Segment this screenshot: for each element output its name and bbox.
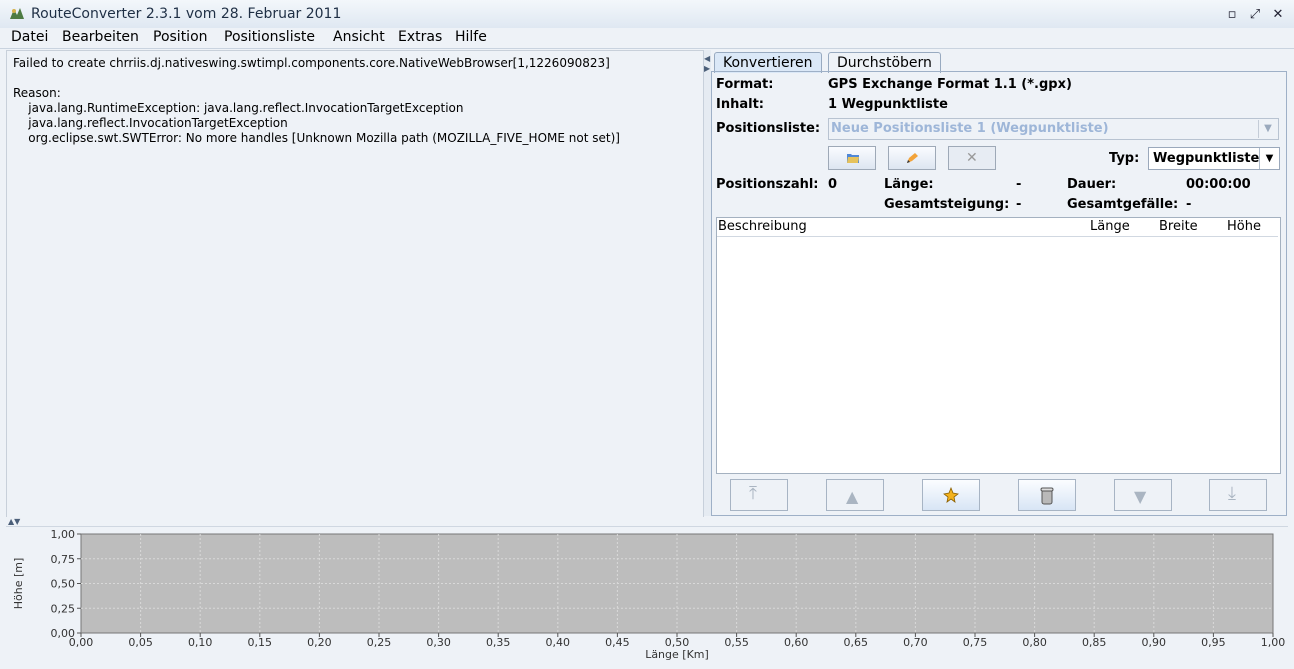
positionszahl-value: 0 <box>828 177 838 192</box>
close-icon[interactable]: ✕ <box>1270 7 1286 23</box>
x-axis-label: Länge [Km] <box>645 648 709 661</box>
folder-icon <box>847 154 859 163</box>
collapse-left-icon[interactable]: ◀ <box>704 54 710 63</box>
typ-select-value: Wegpunktliste <box>1153 151 1260 166</box>
column-breite[interactable]: Breite <box>1159 219 1198 234</box>
tab-konvertieren[interactable]: Konvertieren <box>714 52 822 73</box>
delete-button[interactable]: ✕ <box>948 146 996 170</box>
inhalt-label: Inhalt: <box>716 97 764 112</box>
x-tick-label: 0,45 <box>605 636 630 649</box>
error-line-4: org.eclipse.swt.SWTError: No more handle… <box>13 131 620 145</box>
x-tick-label: 0,25 <box>367 636 392 649</box>
collapse-right-icon[interactable]: ▶ <box>704 64 710 73</box>
edit-button[interactable] <box>888 146 936 170</box>
split-up-icon[interactable]: ▲▼ <box>8 517 20 526</box>
positionsliste-label: Positionsliste: <box>716 121 821 136</box>
x-tick-label: 0,30 <box>426 636 451 649</box>
y-axis-label: Höhe [m] <box>12 558 25 610</box>
y-tick-label: 1,00 <box>51 528 76 541</box>
gesamtsteigung-label: Gesamtsteigung: <box>884 197 1010 212</box>
route-converter-app-icon <box>10 8 24 19</box>
window-title: RouteConverter 2.3.1 vom 28. Februar 201… <box>31 6 342 22</box>
x-tick-label: 0,60 <box>784 636 809 649</box>
menu-ansicht[interactable]: Ansicht <box>333 29 385 45</box>
menu-extras[interactable]: Extras <box>398 29 442 45</box>
minimize-icon[interactable]: ▫ <box>1224 7 1240 23</box>
tab-durchstoebern[interactable]: Durchstöbern <box>828 52 941 73</box>
column-laenge[interactable]: Länge <box>1090 219 1130 234</box>
browser-error-panel: Failed to create chrriis.dj.nativeswing.… <box>6 50 704 518</box>
open-file-button[interactable] <box>828 146 876 170</box>
column-hoehe[interactable]: Höhe <box>1227 219 1261 234</box>
double-up-icon: ⤒ <box>749 483 757 504</box>
x-tick-label: 0,65 <box>844 636 869 649</box>
x-tick-label: 0,75 <box>963 636 988 649</box>
menu-hilfe[interactable]: Hilfe <box>455 29 487 45</box>
column-beschreibung[interactable]: Beschreibung <box>718 219 807 234</box>
positionsliste-select[interactable]: Neue Positionsliste 1 (Wegpunktliste) ▼ <box>828 118 1279 140</box>
x-tick-label: 0,05 <box>128 636 153 649</box>
menu-bearbeiten[interactable]: Bearbeiten <box>62 29 139 45</box>
pencil-icon <box>907 153 918 163</box>
laenge-label: Länge: <box>884 177 934 192</box>
x-tick-label: 0,35 <box>486 636 511 649</box>
menu-datei[interactable]: Datei <box>11 29 48 45</box>
down-arrow-icon: ▼ <box>1134 487 1147 506</box>
positionsliste-select-value: Neue Positionsliste 1 (Wegpunktliste) <box>831 121 1109 136</box>
menu-position[interactable]: Position <box>153 29 208 45</box>
typ-select[interactable]: Wegpunktliste ▼ <box>1148 147 1280 170</box>
x-tick-label: 0,10 <box>188 636 213 649</box>
y-tick-label: 0,75 <box>51 553 76 566</box>
gesamtgefaelle-value: - <box>1186 197 1192 212</box>
elevation-chart: 0,00 0,05 0,10 0,15 0,20 0,25 0,30 0,35 0,40 0,45… <box>12 528 1286 661</box>
gesamtsteigung-value: - <box>1016 197 1022 212</box>
table-header-divider <box>717 236 1278 237</box>
elevation-chart-panel: 0,00 0,05 0,10 0,15 0,20 0,25 0,30 0,35 0,40 0,45… <box>6 526 1288 663</box>
laenge-value: - <box>1016 177 1022 192</box>
x-tick-label: 0,15 <box>248 636 273 649</box>
chart-splitter[interactable] <box>6 517 1288 526</box>
double-down-icon: ⤓ <box>1228 483 1236 504</box>
positions-table[interactable] <box>716 217 1281 474</box>
gesamtgefaelle-label: Gesamtgefälle: <box>1067 197 1179 212</box>
remove-position-button[interactable] <box>1018 479 1076 511</box>
error-line-2: java.lang.RuntimeException: java.lang.re… <box>13 101 464 115</box>
x-tick-label: 0,20 <box>307 636 332 649</box>
format-value: GPS Exchange Format 1.1 (*.gpx) <box>828 77 1072 92</box>
move-up-button[interactable]: ▲ <box>826 479 884 511</box>
error-line-3: java.lang.reflect.InvocationTargetExcept… <box>13 116 288 130</box>
x-tick-label: 0,85 <box>1082 636 1107 649</box>
inhalt-value: 1 Wegpunktliste <box>828 97 948 112</box>
up-arrow-icon: ▲ <box>846 487 859 506</box>
trash-icon <box>1040 487 1054 505</box>
menu-positionsliste[interactable]: Positionsliste <box>224 29 315 45</box>
x-tick-label: 0,70 <box>903 636 928 649</box>
y-tick-label: 0,50 <box>51 578 76 591</box>
star-icon <box>943 487 959 503</box>
x-tick-label: 0,90 <box>1142 636 1167 649</box>
typ-label: Typ: <box>1109 151 1140 166</box>
x-tick-label: 1,00 <box>1261 636 1286 649</box>
move-to-bottom-button[interactable]: ⤓ <box>1209 479 1267 511</box>
move-to-top-button[interactable]: ⤒ <box>730 479 788 511</box>
dauer-label: Dauer: <box>1067 177 1117 192</box>
y-tick-label: 0,00 <box>51 627 76 640</box>
x-tick-label: 0,40 <box>546 636 571 649</box>
error-line-1: Failed to create chrriis.dj.nativeswing.… <box>13 56 610 70</box>
dauer-value: 00:00:00 <box>1186 177 1251 192</box>
chevron-down-icon: ▼ <box>1258 120 1277 138</box>
x-tick-label: 0,55 <box>724 636 749 649</box>
move-down-button[interactable]: ▼ <box>1114 479 1172 511</box>
error-reason: Reason: <box>13 86 61 100</box>
x-tick-label: 0,95 <box>1201 636 1226 649</box>
x-icon: ✕ <box>966 150 978 166</box>
y-tick-label: 0,25 <box>51 602 76 615</box>
add-position-button[interactable] <box>922 479 980 511</box>
x-tick-label: 0,80 <box>1022 636 1047 649</box>
chevron-down-icon: ▼ <box>1259 148 1279 169</box>
format-label: Format: <box>716 77 774 92</box>
maximize-icon[interactable]: ⤢ <box>1247 7 1263 23</box>
positionszahl-label: Positionszahl: <box>716 177 819 192</box>
